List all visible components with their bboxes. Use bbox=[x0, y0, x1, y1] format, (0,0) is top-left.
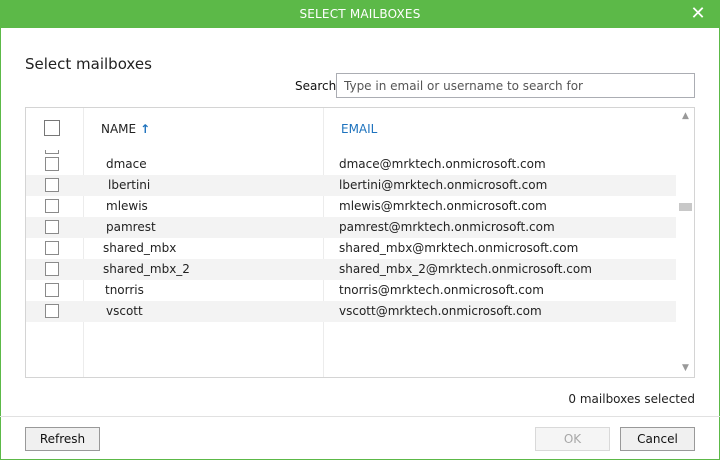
cancel-button[interactable]: Cancel bbox=[620, 427, 695, 451]
table-row[interactable]: shared_mbx shared_mbx@mrktech.onmicrosof… bbox=[26, 238, 676, 259]
window-title: SELECT MAILBOXES bbox=[299, 7, 421, 21]
column-header-name[interactable]: NAME ↑ bbox=[101, 122, 150, 136]
row-email: vscott@mrktech.onmicrosoft.com bbox=[339, 304, 542, 318]
scroll-down-icon[interactable]: ▼ bbox=[677, 360, 694, 377]
column-header-email[interactable]: EMAIL bbox=[341, 122, 377, 136]
row-checkbox[interactable] bbox=[45, 283, 59, 297]
row-email: dmace@mrktech.onmicrosoft.com bbox=[339, 157, 546, 171]
table-row[interactable]: lbertini lbertini@mrktech.onmicrosoft.co… bbox=[26, 175, 676, 196]
table-row[interactable]: shared_mbx_2 shared_mbx_2@mrktech.onmicr… bbox=[26, 259, 676, 280]
sort-ascending-icon: ↑ bbox=[140, 122, 151, 136]
row-name: shared_mbx bbox=[103, 241, 177, 255]
row-checkbox[interactable] bbox=[45, 178, 59, 192]
row-email: lbertini@mrktech.onmicrosoft.com bbox=[339, 178, 548, 192]
scroll-up-icon[interactable]: ▲ bbox=[677, 108, 694, 125]
footer-divider bbox=[0, 416, 720, 417]
table-row[interactable]: tnorris tnorris@mrktech.onmicrosoft.com bbox=[26, 280, 676, 301]
table-row[interactable]: dmace dmace@mrktech.onmicrosoft.com bbox=[26, 154, 676, 175]
row-checkbox[interactable] bbox=[45, 241, 59, 255]
row-email: pamrest@mrktech.onmicrosoft.com bbox=[339, 220, 555, 234]
row-name: vscott bbox=[106, 304, 143, 318]
search-label: Search: bbox=[295, 79, 341, 93]
row-name: tnorris bbox=[105, 283, 144, 297]
row-email: shared_mbx@mrktech.onmicrosoft.com bbox=[339, 241, 579, 255]
row-checkbox[interactable] bbox=[45, 199, 59, 213]
row-name: lbertini bbox=[108, 178, 151, 192]
row-email: shared_mbx_2@mrktech.onmicrosoft.com bbox=[339, 262, 592, 276]
vertical-scrollbar[interactable]: ▲ ▼ bbox=[677, 108, 694, 377]
row-email: mlewis@mrktech.onmicrosoft.com bbox=[339, 199, 547, 213]
row-checkbox[interactable] bbox=[45, 220, 59, 234]
row-name: mlewis bbox=[106, 199, 148, 213]
row-checkbox[interactable] bbox=[45, 262, 59, 276]
selection-count: 0 mailboxes selected bbox=[568, 392, 695, 406]
close-icon[interactable]: ✕ bbox=[686, 0, 710, 28]
row-checkbox[interactable] bbox=[45, 304, 59, 318]
row-name: dmace bbox=[106, 157, 147, 171]
table-row[interactable]: vscott vscott@mrktech.onmicrosoft.com bbox=[26, 301, 676, 322]
select-all-checkbox[interactable] bbox=[44, 120, 60, 136]
title-bar: SELECT MAILBOXES ✕ bbox=[0, 0, 720, 28]
ok-button[interactable]: OK bbox=[535, 427, 610, 451]
mailbox-table: NAME ↑ EMAIL dmace dmace@mrktech.onmicros… bbox=[25, 107, 695, 378]
refresh-button[interactable]: Refresh bbox=[25, 427, 100, 451]
scrollbar-thumb[interactable] bbox=[679, 203, 692, 211]
row-name: shared_mbx_2 bbox=[103, 262, 190, 276]
column-header-name-label: NAME bbox=[101, 122, 137, 136]
row-name: pamrest bbox=[106, 220, 156, 234]
table-row[interactable]: pamrest pamrest@mrktech.onmicrosoft.com bbox=[26, 217, 676, 238]
row-checkbox[interactable] bbox=[45, 157, 59, 171]
row-email: tnorris@mrktech.onmicrosoft.com bbox=[339, 283, 544, 297]
page-title: Select mailboxes bbox=[25, 55, 152, 73]
table-row[interactable]: mlewis mlewis@mrktech.onmicrosoft.com bbox=[26, 196, 676, 217]
search-input[interactable] bbox=[336, 73, 695, 98]
